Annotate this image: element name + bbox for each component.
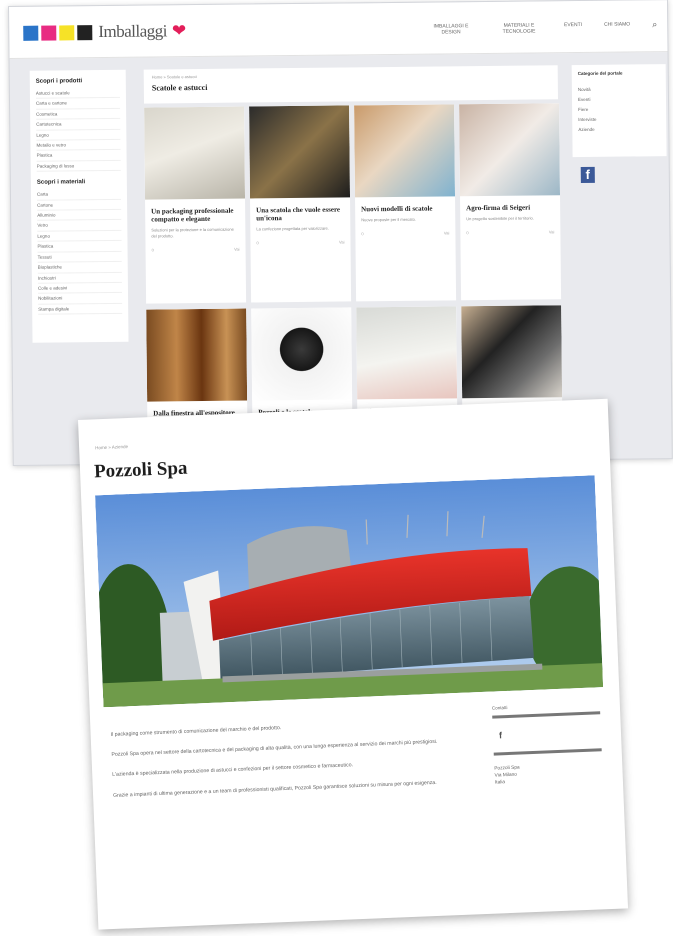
right-sidebar-list: Novità Eventi Fiere Interviste Aziende xyxy=(578,84,661,135)
homepage-screenshot: Imballaggi ❤ Imballaggi e design Materia… xyxy=(8,0,673,466)
nav-item[interactable]: Materiali e tecnologie xyxy=(496,22,542,34)
sidebar-section-title: Scopri i materiali xyxy=(36,179,86,186)
left-sidebar: Scopri i prodotti Astucci e scatole Carta… xyxy=(29,69,129,343)
logo-square-magenta xyxy=(41,24,57,41)
facebook-icon[interactable]: f xyxy=(499,726,601,740)
main-nav: Imballaggi e design Materiali e tecnolog… xyxy=(428,19,657,35)
article-body: Il packaging come strumento di comunicaz… xyxy=(111,716,476,811)
read-more-link[interactable]: Vai xyxy=(234,247,240,252)
article-screenshot: Home » Aziende Pozzoli Spa Il packaging … xyxy=(78,398,629,930)
article-card[interactable]: Un packaging professionale compatto e el… xyxy=(144,106,247,304)
search-icon[interactable]: ⌕ xyxy=(652,19,657,33)
nav-item[interactable]: Eventi xyxy=(564,22,582,34)
card-footer: 0 Vai xyxy=(250,231,350,245)
facebook-icon[interactable]: f xyxy=(580,166,595,184)
sidebar-section-title: Scopri i prodotti xyxy=(35,78,83,85)
card-thumbnail[interactable] xyxy=(461,305,563,399)
card-footer: 0 Vai xyxy=(460,221,560,235)
article-paragraph: Il packaging come strumento di comunicaz… xyxy=(110,725,282,738)
breadcrumb: Home » Aziende xyxy=(95,444,129,451)
card-thumbnail[interactable] xyxy=(251,307,353,401)
logo-square-black xyxy=(77,24,93,40)
card-thumbnail[interactable] xyxy=(144,106,246,200)
sidebar-item[interactable]: Aziende xyxy=(578,124,660,135)
logo-square-yellow xyxy=(59,24,75,40)
comment-count: 0 xyxy=(361,231,364,237)
card-thumbnail[interactable] xyxy=(146,308,248,402)
hero-image xyxy=(95,475,604,708)
article-title: Pozzoli Spa xyxy=(93,457,188,483)
breadcrumb: Home » Scatole e astucci xyxy=(151,74,198,80)
card-title[interactable]: Agro-firma di Seigeri xyxy=(460,195,560,216)
article-sidebar: Contatti f Pozzoli Spa Via Milano Italia xyxy=(492,701,603,786)
building-photo xyxy=(95,475,604,708)
read-more-link[interactable]: Vai xyxy=(339,239,345,244)
sidebar-item[interactable]: Stampa digitale xyxy=(38,303,123,315)
sidebar-list: Carta Cartone Alluminio Vetro Legno Plastica T… xyxy=(36,189,123,315)
comment-count: 0 xyxy=(151,247,154,253)
card-thumbnail[interactable] xyxy=(249,105,351,199)
right-sidebar: Categorie del portale Novità Eventi Fiere I… xyxy=(571,64,667,158)
logo-heart-icon: ❤ xyxy=(171,21,187,41)
read-more-link[interactable]: Vai xyxy=(444,230,450,235)
article-paragraph: Grazie a impianti di ultima generazione … xyxy=(112,779,437,799)
divider xyxy=(493,748,602,756)
site-logo[interactable]: Imballaggi ❤ xyxy=(23,21,186,43)
article-paragraph: L'azienda è specializzata nella produzio… xyxy=(112,762,354,779)
card-title[interactable]: Una scatola che vuole essere un'icona xyxy=(250,197,350,226)
card-footer: 0 Vai xyxy=(145,239,245,253)
nav-item[interactable]: Chi siamo xyxy=(604,21,630,33)
card-excerpt: Soluzioni per la protezione e la comunic… xyxy=(151,226,234,239)
card-footer: 0 Vai xyxy=(355,222,455,236)
comment-count: 0 xyxy=(256,240,259,246)
card-title[interactable]: Un packaging professionale compatto e el… xyxy=(145,199,245,228)
page-title: Scatole e astucci xyxy=(151,82,208,93)
read-more-link[interactable]: Vai xyxy=(549,229,555,234)
right-sidebar-title: Categorie del portale xyxy=(577,70,623,77)
comment-count: 0 xyxy=(466,230,469,236)
category-header: Home » Scatole e astucci Scatole e astuc… xyxy=(143,65,559,104)
article-paragraph: Pozzoli Spa opera nel settore della cart… xyxy=(111,739,438,759)
article-card[interactable]: Una scatola che vuole essere un'icona La … xyxy=(249,105,352,303)
sidebar-list: Astucci e scatole Carta e cartone Cosmetic… xyxy=(35,87,121,172)
logo-square-blue xyxy=(23,25,39,41)
card-thumbnail[interactable] xyxy=(459,103,561,197)
logo-text: Imballaggi xyxy=(98,21,168,42)
card-thumbnail[interactable] xyxy=(354,104,456,198)
site-header: Imballaggi ❤ Imballaggi e design Materia… xyxy=(9,0,668,59)
card-thumbnail[interactable] xyxy=(356,306,458,400)
article-card[interactable]: Agro-firma di Seigeri Un progetto sosteni… xyxy=(459,103,562,301)
card-title[interactable]: Nuovi modelli di scatole xyxy=(355,196,455,217)
nav-item[interactable]: Imballaggi e design xyxy=(428,23,474,35)
divider xyxy=(492,711,601,719)
article-card[interactable]: Nuovi modelli di scatole Nuove proposte p… xyxy=(354,104,457,302)
sidebar-title: Contatti xyxy=(491,705,508,711)
company-address: Pozzoli Spa Via Milano Italia xyxy=(494,761,603,786)
sidebar-item[interactable]: Packaging di lusso xyxy=(36,160,121,172)
